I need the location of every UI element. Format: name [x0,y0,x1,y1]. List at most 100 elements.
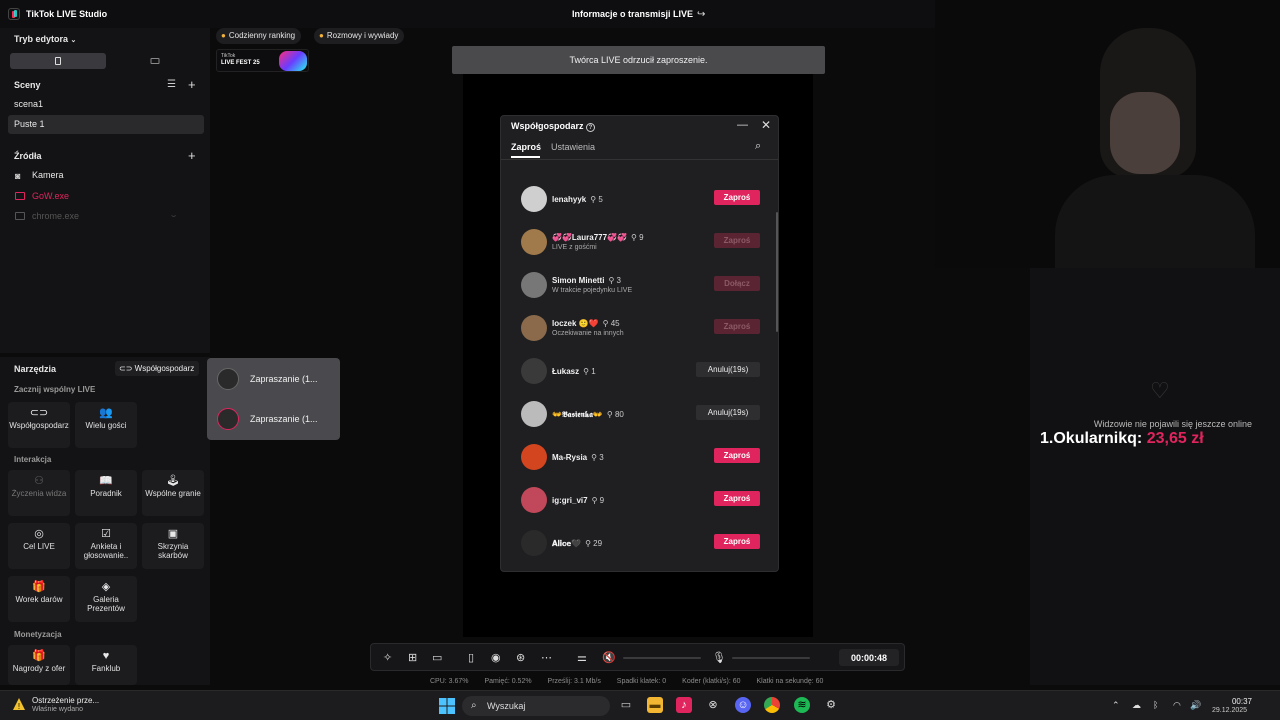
invite-button[interactable]: Dołącz [714,276,760,291]
close-icon[interactable]: ✕ [761,118,771,132]
tool-gift-bag[interactable]: 🎁 Worek darów [8,576,70,622]
settings-gear-icon[interactable]: ⚙ [823,697,839,713]
file-explorer-icon[interactable]: ▬ [647,697,663,713]
help-icon[interactable]: ? [586,123,596,132]
user-name: 💞💞Laura777💞💞 ⚲ 9 [552,233,644,242]
speaker-volume-slider[interactable] [623,657,701,659]
leader-amount: 23,65 zł [1146,430,1204,447]
tray-chevron-icon[interactable]: ⌃ [1112,700,1120,711]
tool-label: Wspólne granie [145,489,201,498]
invite-button[interactable]: Zaproś [714,491,760,506]
person-icon: ⚲ [591,496,600,505]
share-icon[interactable]: ↪ [697,9,705,20]
scene-item[interactable]: Puste 1 [14,119,45,129]
invite-button[interactable]: Zaproś [714,448,760,463]
tool-poll[interactable]: ☑ Ankieta i głosowanie.. [75,523,137,569]
taskbar-search-input[interactable]: ⌕ Wyszukaj [462,696,610,716]
invite-button[interactable]: Zaproś [714,319,760,334]
landscape-toggle[interactable] [106,53,204,69]
stream-info-title[interactable]: Informacje o transmisji LIVE [572,9,693,19]
source-item-camera[interactable]: Kamera [32,170,64,180]
window-icon [15,192,25,200]
tool-treasure-box[interactable]: ▣ Skrzynia skarbów [142,523,204,569]
tool-viewer-wishes[interactable]: ⚇ Życzenia widza [8,470,70,516]
portrait-toggle[interactable] [10,53,106,69]
follower-count: ⚲ 3 [608,276,621,285]
section-interaction-title: Interakcja [14,455,52,464]
overlay-area [1030,268,1280,685]
tool-label: Nagrody z ofer [12,664,66,673]
editor-mode-dropdown[interactable]: Tryb edytora ⌄ [14,34,76,44]
cancel-invite-button[interactable]: Anuluj(19s) [696,362,760,377]
phone-icon[interactable]: ▯ [468,651,474,664]
volume-icon[interactable]: 🔊 [1190,700,1201,711]
invite-status-item[interactable]: Zapraszanie (1... [217,368,337,390]
minimize-icon[interactable]: — [737,119,748,131]
speaker-muted-icon[interactable]: 🔇 [602,651,616,664]
invite-button[interactable]: Zaproś [714,233,760,248]
tool-multi-guest[interactable]: 👥 Wielu gości [75,402,137,448]
tool-live-goal[interactable]: ◎ Cel LIVE [8,523,70,569]
bluetooth-icon[interactable]: ᛒ [1153,700,1158,710]
microphone-icon[interactable]: 🎙 [712,651,726,664]
warning-icon[interactable]: ! [12,697,26,711]
list-icon[interactable]: ☰ [167,79,176,90]
avatar [521,315,547,341]
invite-status-item[interactable]: Zapraszanie (1... [217,408,337,430]
tool-co-play[interactable]: 🕹 Wspólne granie [142,470,204,516]
camera-icon: ◙ [15,171,21,181]
search-icon[interactable]: ⌕ [755,140,761,153]
scrollbar[interactable] [776,212,778,332]
source-item-chrome[interactable]: chrome.exe [32,211,79,221]
chrome-icon[interactable] [764,697,780,713]
windows-start-icon[interactable] [439,698,455,714]
add-source-icon[interactable]: ⊞ [408,651,417,664]
tool-offer-rewards[interactable]: 🎁 Nagrody z ofer [8,645,70,685]
follower-count-value: 9 [639,233,644,242]
mic-volume-slider[interactable] [732,657,810,659]
user-row: loczek 🙂❤️ ⚲ 45 Oczekiwanie na innych Zapro… [521,315,761,341]
user-name-text: ig:gri_vi7 [552,496,588,505]
avatar [521,229,547,255]
talks-interviews-button[interactable]: ● Rozmowy i wywiady [314,28,405,44]
clock-date[interactable]: 29.12.2025 [1212,707,1247,714]
tool-label: Poradnik [90,489,122,498]
wifi-icon[interactable]: ◠ [1173,700,1181,711]
live-fest-banner[interactable]: TikTok LIVE FEST 25 [216,49,309,72]
effects-icon[interactable]: ✧ [383,651,392,664]
scene-item[interactable]: scena1 [14,99,43,109]
spotify-icon[interactable]: ≋ [794,697,810,713]
replay-icon[interactable]: ⊛ [516,651,525,664]
user-status: W trakcie pojedynku LIVE [552,287,633,294]
task-view-icon[interactable]: ▭ [618,697,634,713]
stat-fps: Klatki na sekundę: 60 [756,678,824,685]
discord-icon[interactable]: ☺ [735,697,751,713]
steam-icon[interactable]: ⊗ [705,697,721,713]
warning-title[interactable]: Ostrzeżenie prze... [32,696,99,705]
add-scene-button[interactable]: + [188,77,196,92]
cloud-icon[interactable]: ☁ [1132,700,1141,711]
record-icon[interactable]: ◉ [491,651,501,664]
scenes-title: Sceny [14,80,41,90]
tool-fanclub[interactable]: ♥ Fanklub [75,645,137,685]
invite-button[interactable]: Zaproś [714,534,760,549]
tab-invite[interactable]: Zaproś [511,142,541,152]
add-source-button[interactable]: + [188,148,196,163]
mixer-icon[interactable]: ⚌ [577,651,587,664]
tool-guide[interactable]: 📖 Poradnik [75,470,137,516]
cohost-link-label: Współgospodarz [134,364,195,373]
source-item-gow[interactable]: GoW.exe [32,191,69,201]
clock-time[interactable]: 00:37 [1228,697,1252,706]
follower-count-value: 5 [598,195,603,204]
tiktok-app-icon[interactable]: ♪ [676,697,692,713]
tab-settings[interactable]: Ustawienia [551,142,595,152]
cancel-invite-button[interactable]: Anuluj(19s) [696,405,760,420]
tool-cohost[interactable]: ⊂⊃ Współgospodarz [8,402,70,448]
tool-gift-gallery[interactable]: ◈ Galeria Prezentów [75,576,137,622]
eye-hidden-icon[interactable]: ⌣ [171,211,176,221]
invite-button[interactable]: Zaproś [714,190,760,205]
screen-capture-icon[interactable]: ▭ [432,651,442,664]
cohost-link-button[interactable]: ⊂⊃ Współgospodarz [115,361,200,376]
more-icon[interactable]: ⋯ [541,651,552,664]
daily-ranking-button[interactable]: ● Codzienny ranking [216,28,302,44]
